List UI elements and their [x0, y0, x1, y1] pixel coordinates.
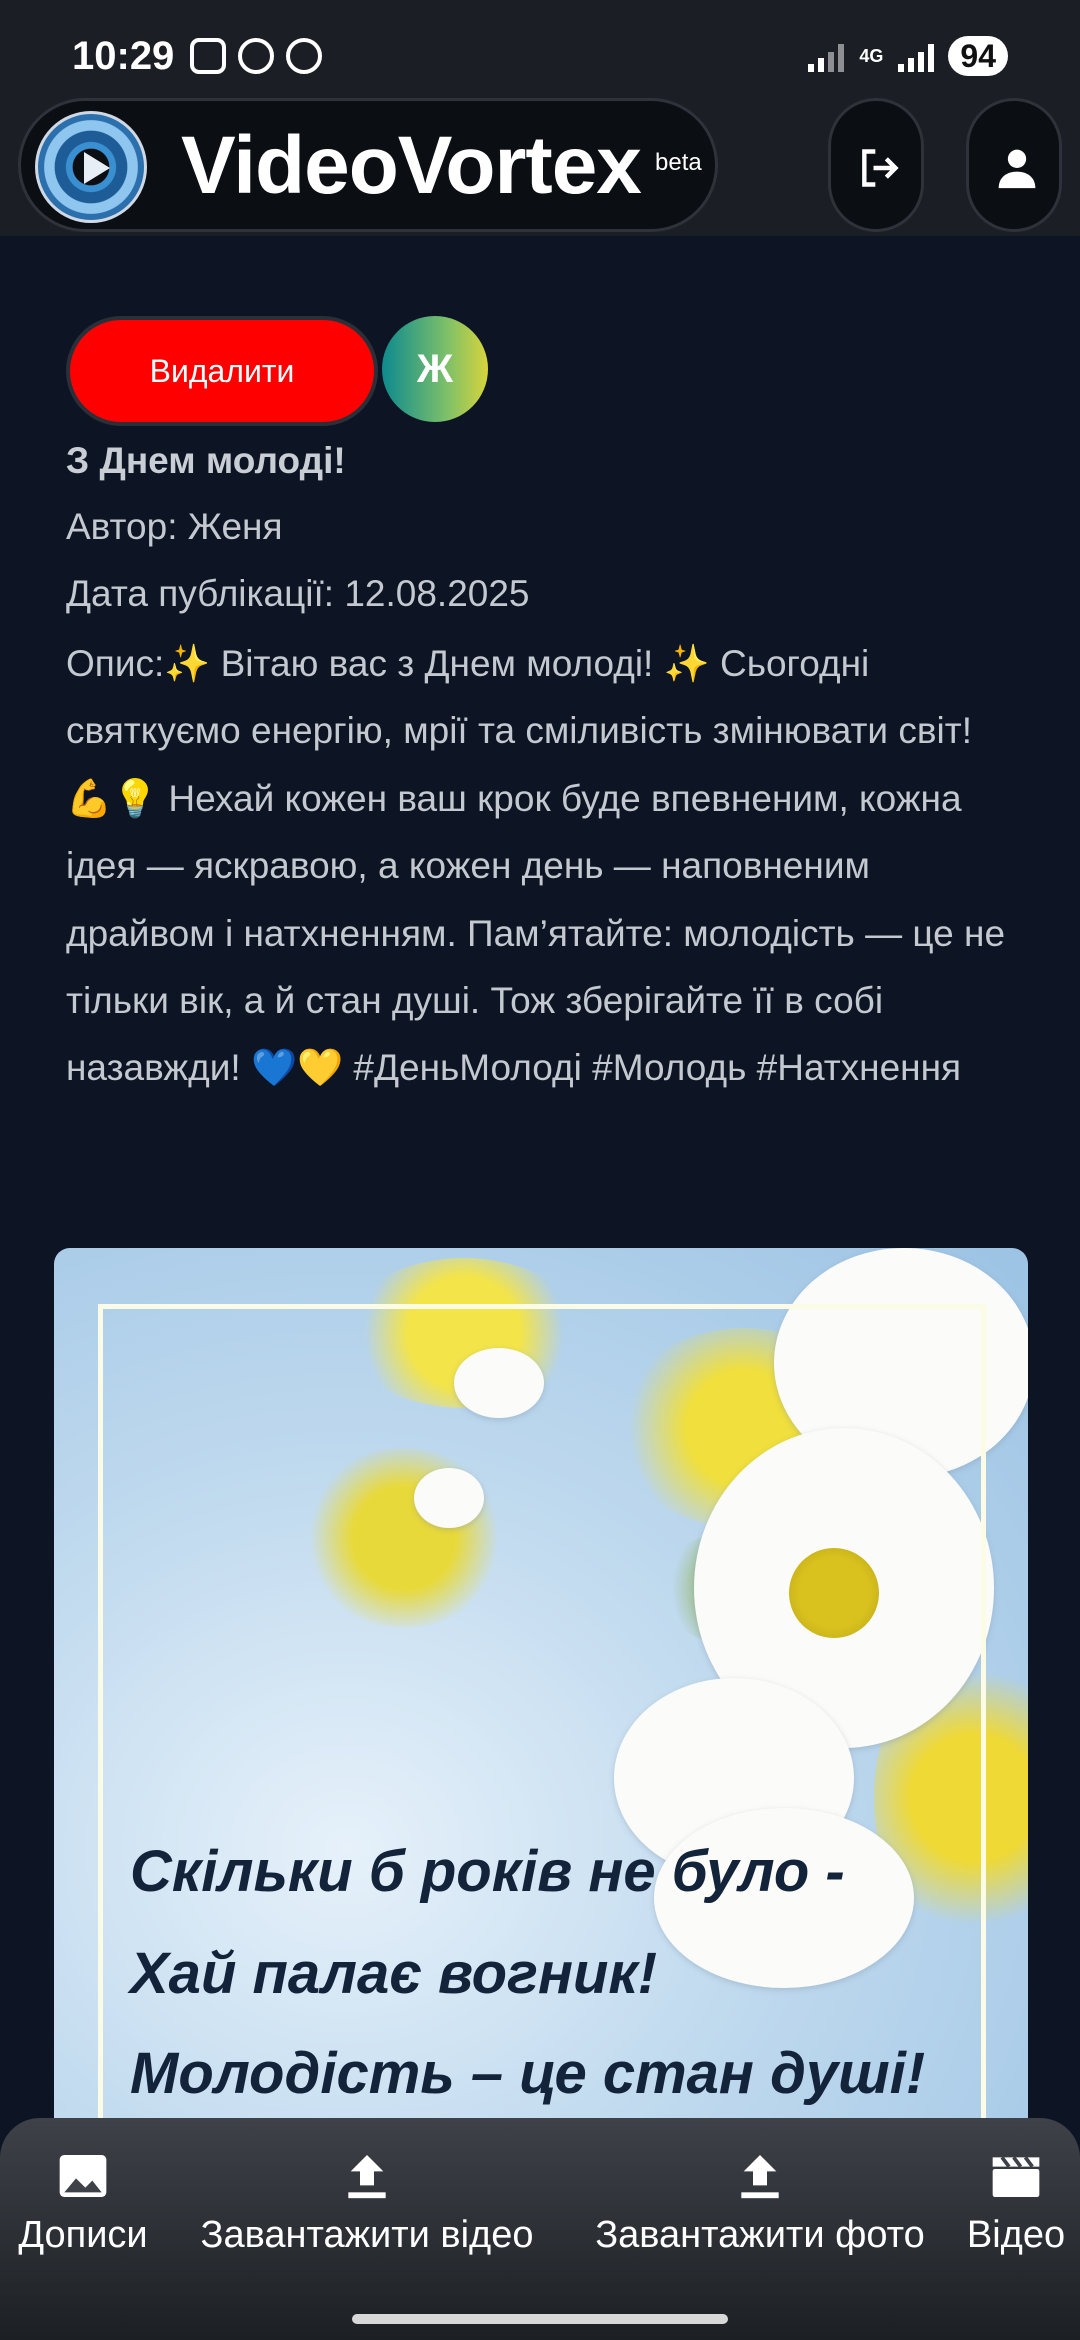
viber-icon: [286, 38, 322, 74]
nav-upload-photo[interactable]: Завантажити фото: [574, 2146, 946, 2257]
nav-upload-photo-label: Завантажити фото: [595, 2214, 925, 2256]
megaphone-icon: [238, 38, 274, 74]
bottom-navigation: Дописи Завантажити відео Завантажити фот…: [0, 2118, 1080, 2340]
nav-upload-video-label: Завантажити відео: [200, 2214, 534, 2256]
user-icon: [998, 149, 1036, 189]
notification-icons: [190, 38, 322, 74]
home-indicator[interactable]: [352, 2314, 728, 2324]
delete-button[interactable]: Видалити: [66, 316, 378, 426]
vortex-logo-icon: [35, 111, 147, 223]
network-type: 4G: [859, 46, 884, 66]
status-bar: 10:29 4G 94: [0, 0, 1080, 96]
app-header: VideoVortex beta: [0, 96, 1080, 236]
clapperboard-icon: [992, 2156, 1040, 2197]
beta-badge: beta: [655, 149, 702, 176]
upload-icon: [741, 2155, 779, 2199]
nav-videos-label: Відео: [966, 2214, 1066, 2256]
nav-posts-label: Дописи: [18, 2214, 148, 2256]
image-caption-line3: Молодість – це стан душі!: [130, 2041, 926, 2106]
image-icon: [59, 2155, 107, 2197]
nav-upload-video[interactable]: Завантажити відео: [178, 2146, 556, 2257]
signal-icon: [898, 40, 935, 72]
image-caption-line1: Скільки б років не було -: [130, 1839, 845, 1904]
screenshot-icon: [190, 38, 226, 74]
post-image[interactable]: Скільки б років не було - Хай палає вогн…: [54, 1248, 1028, 2248]
post-title: З Днем молоді!: [66, 440, 346, 481]
battery-level: 94: [948, 36, 1008, 76]
logout-button[interactable]: [828, 98, 924, 232]
upload-icon: [348, 2155, 386, 2199]
logout-icon: [862, 149, 899, 187]
image-caption-line2: Хай палає вогник!: [130, 1941, 658, 2006]
brand-logo-link[interactable]: VideoVortex beta: [18, 98, 718, 232]
profile-button[interactable]: [966, 98, 1062, 232]
nav-videos[interactable]: Відео: [960, 2146, 1072, 2257]
author-avatar[interactable]: Ж: [382, 316, 488, 422]
post-date: Дата публікації: 12.08.2025: [66, 573, 530, 614]
post-author: Автор: Женя: [66, 506, 283, 547]
nav-posts[interactable]: Дописи: [8, 2146, 158, 2257]
app-name: VideoVortex: [181, 120, 642, 211]
post-description: Опис:✨ Вітаю вас з Днем молоді! ✨ Сьогод…: [66, 643, 1006, 1089]
status-time: 10:29: [72, 34, 175, 78]
signal-icon: [808, 40, 845, 72]
